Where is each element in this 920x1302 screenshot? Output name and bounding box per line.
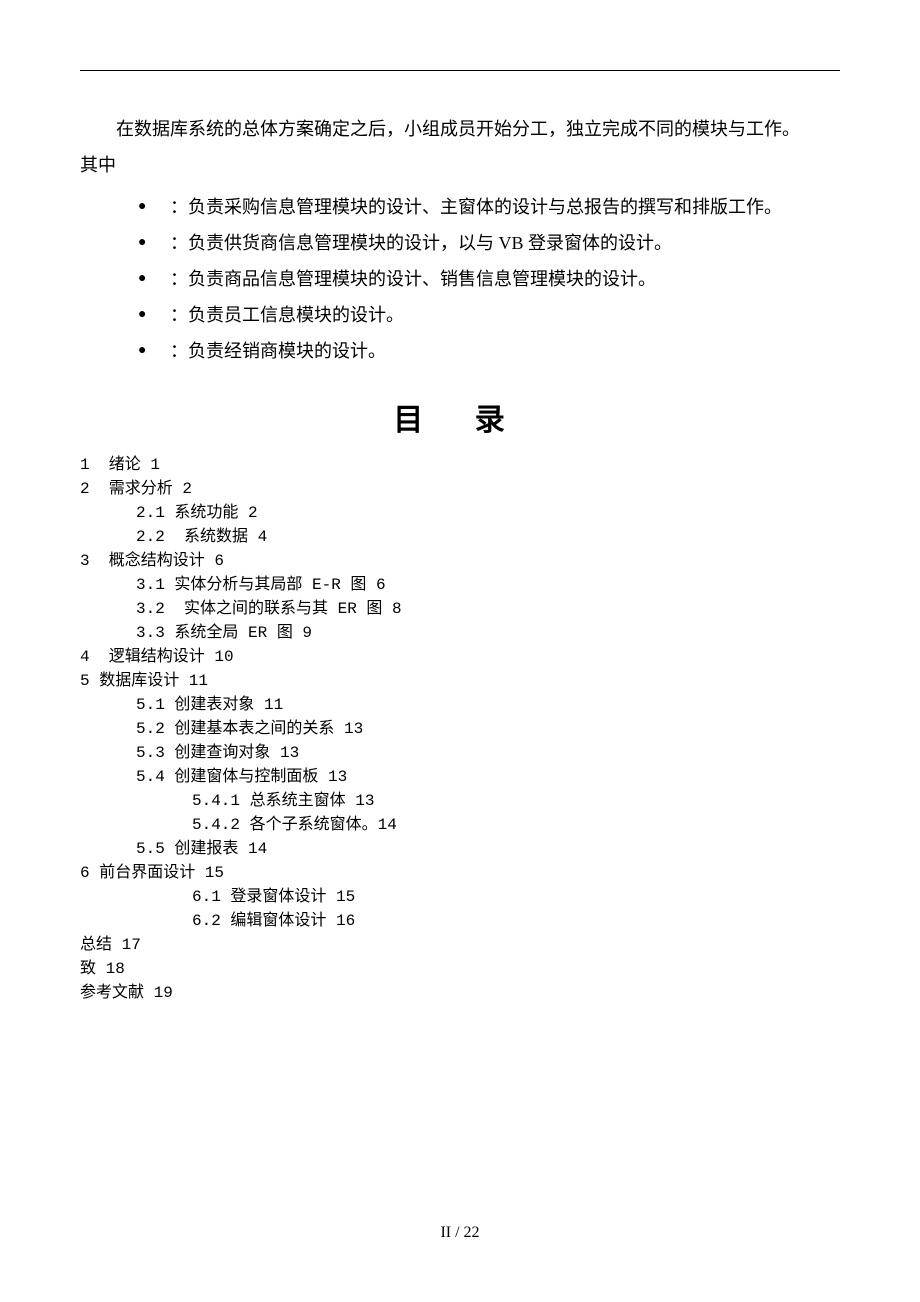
duty-item: ：负责采购信息管理模块的设计、主窗体的设计与总报告的撰写和排版工作。 (152, 189, 840, 225)
toc-entry: 5.4.2 各个子系统窗体。14 (80, 813, 840, 837)
toc-entry: 5 数据库设计 11 (80, 669, 840, 693)
toc-entry: 5.1 创建表对象 11 (80, 693, 840, 717)
toc-entry: 5.2 创建基本表之间的关系 13 (80, 717, 840, 741)
page-footer: II / 22 (0, 1224, 920, 1242)
intro-paragraph-line1: 在数据库系统的总体方案确定之后，小组成员开始分工，独立完成不同的模块与工作。 (80, 111, 840, 147)
toc-entry: 致 18 (80, 957, 840, 981)
toc-entry: 3.2 实体之间的联系与其 ER 图 8 (80, 597, 840, 621)
toc-heading: 目 录 (80, 395, 840, 439)
toc-entry: 2 需求分析 2 (80, 477, 840, 501)
duty-item: ：负责供货商信息管理模块的设计，以与 VB 登录窗体的设计。 (152, 225, 840, 261)
toc-entry: 总结 17 (80, 933, 840, 957)
toc-entry: 2.2 系统数据 4 (80, 525, 840, 549)
page-top-rule (80, 70, 840, 71)
toc-entry: 1 绪论 1 (80, 453, 840, 477)
intro-paragraph-line2: 其中 (80, 147, 840, 183)
toc-entry: 5.5 创建报表 14 (80, 837, 840, 861)
toc-entry: 5.3 创建查询对象 13 (80, 741, 840, 765)
duty-item: ：负责商品信息管理模块的设计、销售信息管理模块的设计。 (152, 261, 840, 297)
toc-entry: 6.1 登录窗体设计 15 (80, 885, 840, 909)
duty-item: ：负责员工信息模块的设计。 (152, 297, 840, 333)
toc-entry: 5.4 创建窗体与控制面板 13 (80, 765, 840, 789)
toc-entry: 3.3 系统全局 ER 图 9 (80, 621, 840, 645)
duties-list: ：负责采购信息管理模块的设计、主窗体的设计与总报告的撰写和排版工作。 ：负责供货… (80, 189, 840, 369)
duty-item: ：负责经销商模块的设计。 (152, 333, 840, 369)
toc-entry: 4 逻辑结构设计 10 (80, 645, 840, 669)
table-of-contents: 1 绪论 1 2 需求分析 2 2.1 系统功能 2 2.2 系统数据 4 3 … (80, 453, 840, 1005)
toc-entry: 6.2 编辑窗体设计 16 (80, 909, 840, 933)
toc-entry: 5.4.1 总系统主窗体 13 (80, 789, 840, 813)
toc-entry: 参考文献 19 (80, 981, 840, 1005)
toc-entry: 3.1 实体分析与其局部 E-R 图 6 (80, 573, 840, 597)
toc-entry: 2.1 系统功能 2 (80, 501, 840, 525)
toc-entry: 6 前台界面设计 15 (80, 861, 840, 885)
toc-entry: 3 概念结构设计 6 (80, 549, 840, 573)
